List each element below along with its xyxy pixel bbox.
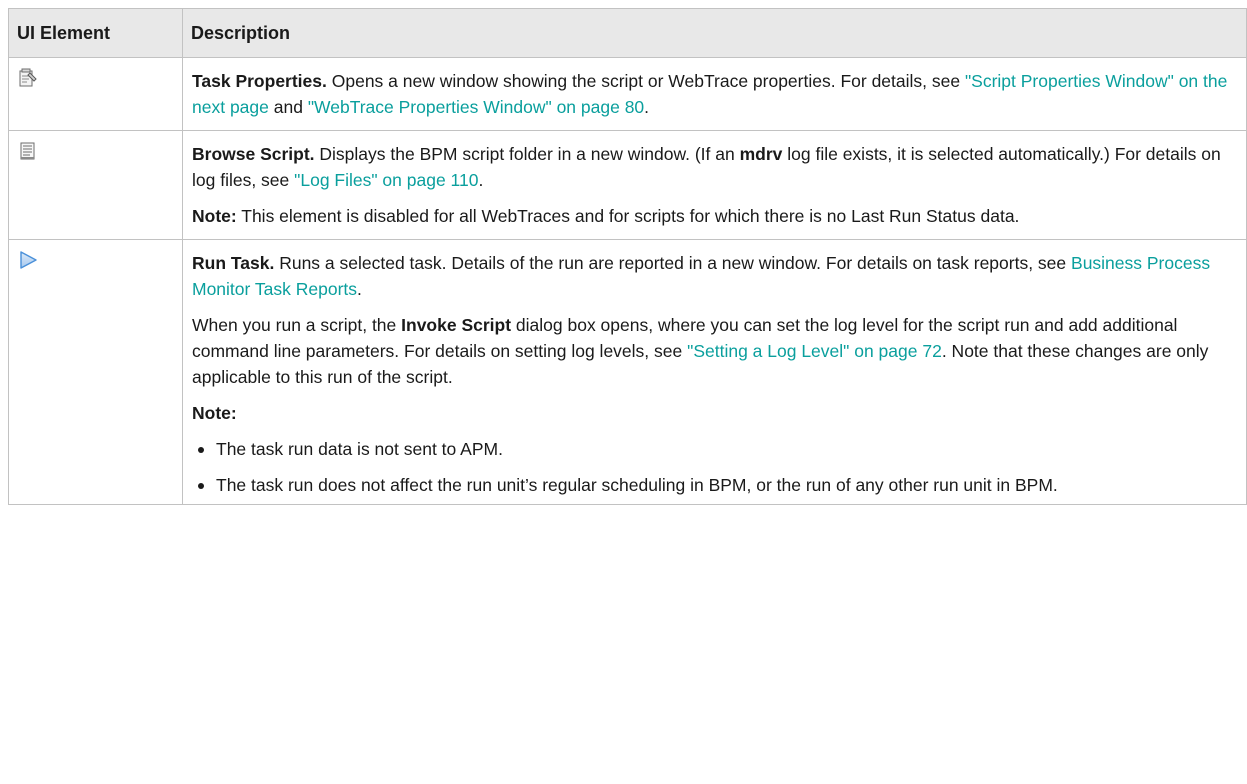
table-row: Task Properties. Opens a new window show… <box>8 57 1247 131</box>
browse-script-description: Browse Script. Displays the BPM script f… <box>192 144 1221 190</box>
header-description: Description <box>182 8 1247 58</box>
description-cell: Task Properties. Opens a new window show… <box>182 57 1247 131</box>
list-item: The task run does not affect the run uni… <box>192 472 1236 498</box>
task-properties-title: Task Properties. <box>192 71 327 91</box>
link-log-files[interactable]: "Log Files" on page 110 <box>294 170 478 190</box>
task-properties-description: Task Properties. Opens a new window show… <box>192 71 1228 117</box>
browse-script-note: Note: This element is disabled for all W… <box>192 206 1020 226</box>
description-cell: Run Task. Runs a selected task. Details … <box>182 239 1247 505</box>
ui-element-cell <box>8 57 183 131</box>
run-task-description: Run Task. Runs a selected task. Details … <box>192 253 1211 299</box>
task-properties-icon <box>18 68 38 88</box>
ui-element-cell <box>8 130 183 240</box>
browse-script-title: Browse Script. <box>192 144 315 164</box>
link-webtrace-properties-window[interactable]: "WebTrace Properties Window" on page 80 <box>308 97 644 117</box>
browse-script-icon <box>18 141 38 161</box>
table-row: Browse Script. Displays the BPM script f… <box>8 130 1247 240</box>
ui-element-table: UI Element Description Task Properties. … <box>8 8 1247 505</box>
description-cell: Browse Script. Displays the BPM script f… <box>182 130 1247 240</box>
table-header-row: UI Element Description <box>8 8 1247 58</box>
header-ui-element: UI Element <box>8 8 183 58</box>
run-task-title: Run Task. <box>192 253 275 273</box>
ui-element-cell <box>8 239 183 505</box>
run-task-icon <box>18 250 38 270</box>
run-task-note: Note: <box>192 403 237 423</box>
run-task-note-list: The task run data is not sent to APM. Th… <box>192 436 1236 498</box>
run-task-invoke-paragraph: When you run a script, the Invoke Script… <box>192 315 1209 387</box>
link-setting-log-level[interactable]: "Setting a Log Level" on page 72 <box>687 341 942 361</box>
list-item: The task run data is not sent to APM. <box>192 436 1236 462</box>
table-row: Run Task. Runs a selected task. Details … <box>8 239 1247 505</box>
